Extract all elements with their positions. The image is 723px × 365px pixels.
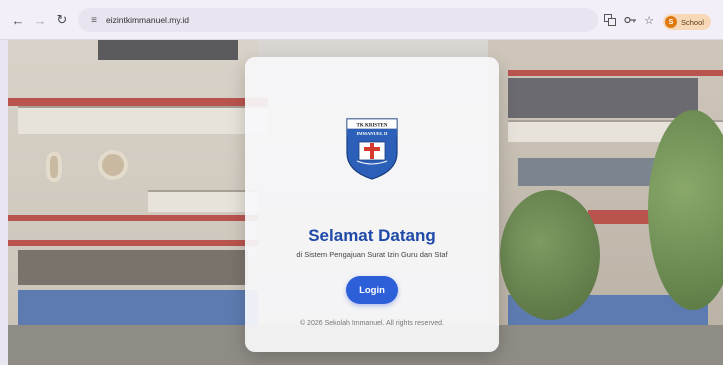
address-bar[interactable]: ≡ eizintkimmanuel.my.id (78, 8, 598, 32)
reload-icon[interactable]: ↻ (54, 12, 70, 28)
arrow-left-icon[interactable]: ← (10, 12, 26, 28)
arrow-right-icon[interactable]: → (32, 12, 48, 28)
tune-icon[interactable]: ≡ (86, 12, 102, 28)
logo-top-text: TK KRISTEN (357, 124, 388, 129)
profile-label: School (681, 17, 704, 27)
page-title: Selamat Datang (308, 226, 436, 245)
login-card: TK KRISTEN IMMANUEL II Selamat Datang di… (245, 57, 499, 352)
logo-name-text: IMMANUEL II (356, 131, 387, 136)
key-icon[interactable] (622, 12, 638, 28)
profile-button[interactable]: S School (663, 14, 711, 30)
browser-toolbar: ← → ↻ ≡ eizintkimmanuel.my.id ☆ S School (0, 0, 723, 40)
login-button[interactable]: Login (346, 276, 398, 304)
star-icon[interactable]: ☆ (641, 12, 657, 28)
school-building-left (8, 40, 268, 365)
page-subtitle: di Sistem Pengajuan Surat Izin Guru dan … (296, 250, 448, 259)
school-logo: TK KRISTEN IMMANUEL II (346, 118, 398, 180)
copyright-text: © 2026 Sekolah Immanuel. All rights rese… (299, 320, 445, 327)
avatar: S (665, 16, 677, 28)
translate-icon[interactable] (602, 12, 618, 28)
url-text[interactable]: eizintkimmanuel.my.id (106, 15, 189, 25)
